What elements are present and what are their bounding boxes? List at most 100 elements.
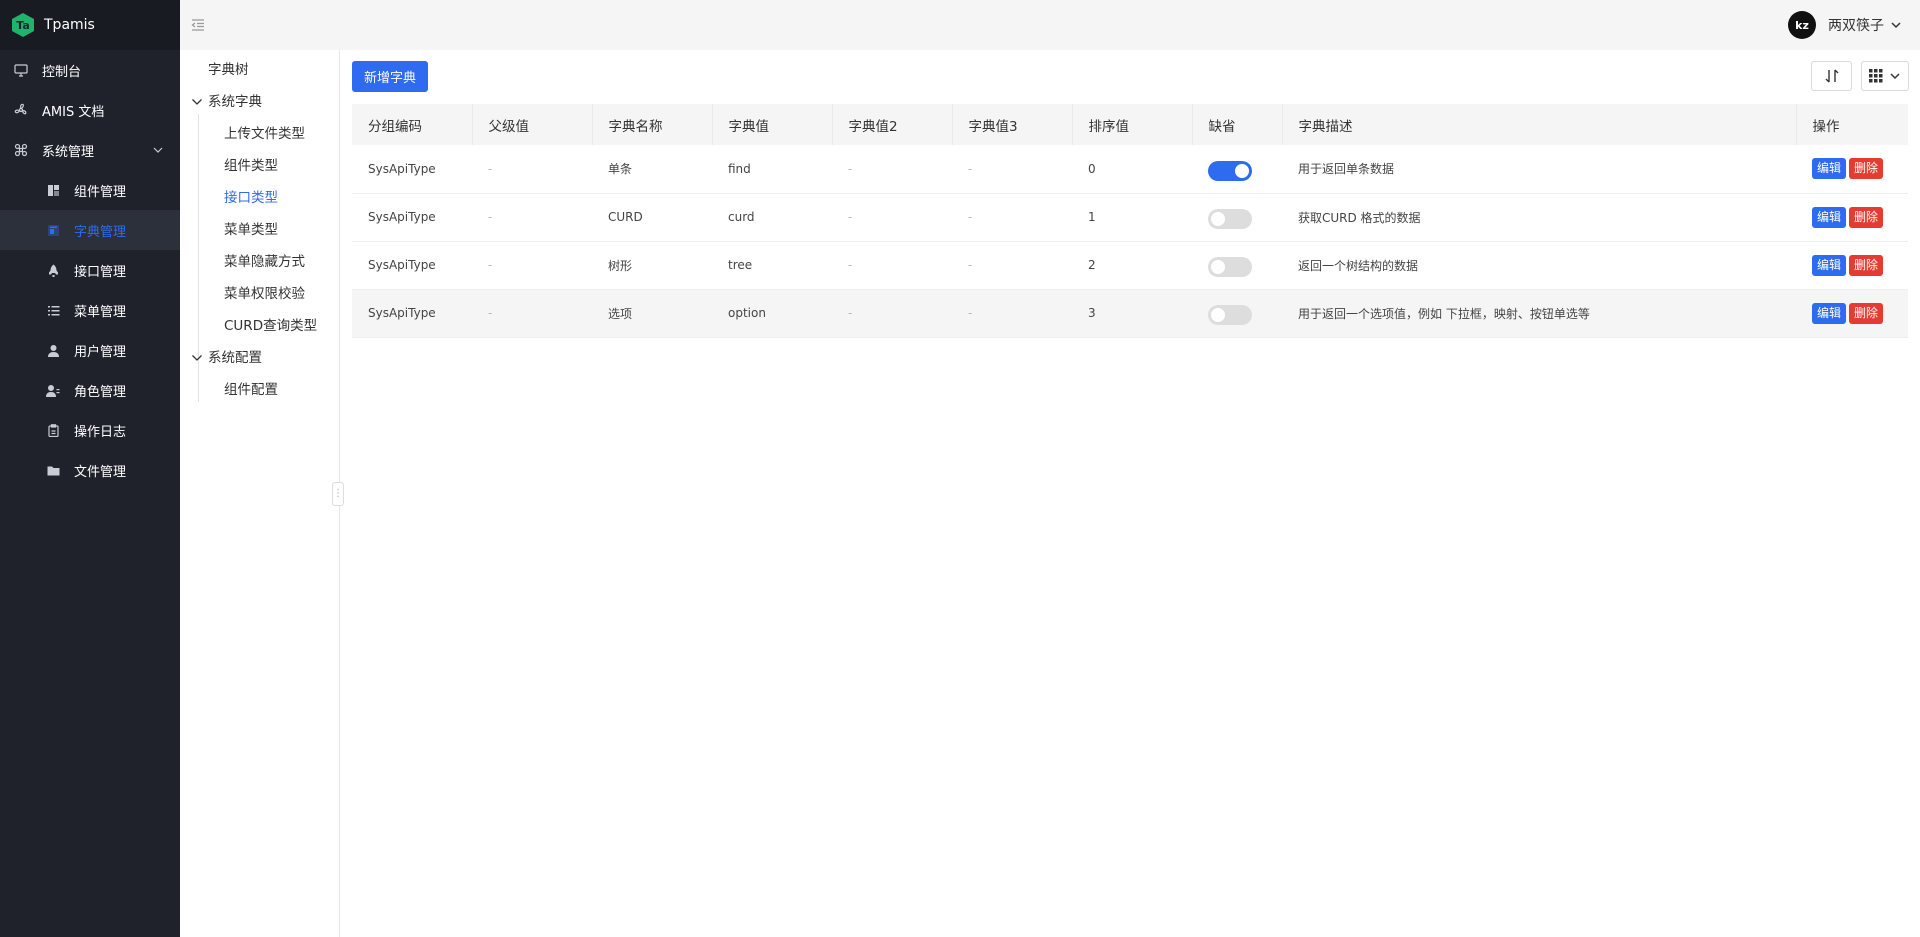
brand[interactable]: Ta Tpamis — [0, 0, 180, 50]
sidebar-item-users[interactable]: 用户管理 — [0, 330, 180, 370]
cell-desc: 返回一个树结构的数据 — [1282, 241, 1796, 290]
tree-group-system-config[interactable]: 系统配置 — [208, 348, 262, 368]
tree-node-curd-query[interactable]: CURD查询类型 — [224, 316, 317, 336]
sidebar-item-dashboard[interactable]: 控制台 — [0, 50, 180, 90]
delete-button[interactable]: 删除 — [1849, 206, 1884, 228]
column-header[interactable]: 字典值2 — [832, 104, 953, 145]
panel-resize-handle[interactable]: ⋮ — [332, 482, 344, 506]
edit-button[interactable]: 编辑 — [1812, 206, 1847, 228]
tree-guide-line — [198, 114, 199, 390]
table-row[interactable]: SysApiType - 选项 option - - 3 用于返回一个选项值，例… — [352, 289, 1908, 338]
collapse-sidebar-icon[interactable] — [190, 17, 206, 33]
cell-group: SysApiType — [352, 241, 472, 290]
column-header[interactable]: 缺省 — [1192, 104, 1283, 145]
delete-button[interactable]: 删除 — [1849, 302, 1884, 324]
cell-parent: - — [472, 241, 592, 290]
cell-value2: - — [832, 289, 952, 338]
grid-icon — [1869, 69, 1883, 83]
cell-actions: 编辑 删除 — [1796, 241, 1908, 290]
tree-group-system-dict[interactable]: 系统字典 — [208, 92, 262, 112]
table-row[interactable]: SysApiType - CURD curd - - 1 获取CURD 格式的数… — [352, 193, 1908, 242]
sidebar: Ta Tpamis 控制台 AMIS 文档 系统管理 组件管理 字典管理 接口管… — [0, 0, 180, 937]
sidebar-item-label: 系统管理 — [42, 144, 95, 160]
cell-parent: - — [472, 193, 592, 242]
cell-group: SysApiType — [352, 193, 472, 242]
column-header[interactable]: 字典名称 — [592, 104, 713, 145]
tree-node-menu-hide[interactable]: 菜单隐藏方式 — [224, 252, 305, 272]
table-header-row: 分组编码 父级值 字典名称 字典值 字典值2 字典值3 排序值 缺省 字典描述 … — [352, 104, 1908, 145]
cell-value3: - — [952, 193, 1072, 242]
tree-node-api-type[interactable]: 接口类型 — [224, 188, 278, 208]
default-switch[interactable] — [1208, 257, 1252, 277]
tree-node-component-type[interactable]: 组件类型 — [224, 156, 278, 176]
sidebar-item-label: 接口管理 — [74, 264, 127, 280]
tree-node-menu-permission[interactable]: 菜单权限校验 — [224, 284, 305, 304]
column-toggle-button[interactable] — [1861, 61, 1909, 91]
sidebar-item-logs[interactable]: 操作日志 — [0, 410, 180, 450]
cell-default — [1192, 241, 1282, 290]
sidebar-item-label: 组件管理 — [74, 184, 127, 200]
rocket-icon — [46, 263, 60, 277]
sort-icon — [1825, 69, 1838, 83]
edit-button[interactable]: 编辑 — [1812, 302, 1847, 324]
tree-caret-down-icon[interactable] — [191, 352, 203, 364]
tree-node-menu-type[interactable]: 菜单类型 — [224, 220, 278, 240]
sidebar-item-components[interactable]: 组件管理 — [0, 170, 180, 210]
sidebar-item-amis-docs[interactable]: AMIS 文档 — [0, 90, 180, 130]
cell-name: 单条 — [592, 145, 712, 194]
sort-toggle-button[interactable] — [1811, 61, 1852, 91]
cell-sort: 1 — [1072, 193, 1192, 242]
sidebar-item-menu[interactable]: 菜单管理 — [0, 290, 180, 330]
sidebar-item-label: AMIS 文档 — [42, 104, 105, 120]
delete-button[interactable]: 删除 — [1849, 158, 1884, 180]
tree-node-upload-type[interactable]: 上传文件类型 — [224, 124, 305, 144]
column-header[interactable]: 字典值3 — [952, 104, 1073, 145]
cell-sort: 0 — [1072, 145, 1192, 194]
user-name: 两双筷子 — [1828, 18, 1884, 34]
clipboard-icon — [46, 423, 60, 437]
drag-dots-icon: ⋮ — [333, 488, 343, 499]
cell-value2: - — [832, 193, 952, 242]
sidebar-item-system[interactable]: 系统管理 — [0, 130, 180, 170]
sidebar-nav: 控制台 AMIS 文档 系统管理 组件管理 字典管理 接口管理 菜单管理 用户管… — [0, 50, 180, 490]
sidebar-item-api[interactable]: 接口管理 — [0, 250, 180, 290]
dictionary-icon — [46, 223, 60, 237]
tree-node-component-config[interactable]: 组件配置 — [224, 380, 278, 400]
monitor-icon — [14, 63, 28, 77]
sidebar-item-dictionary[interactable]: 字典管理 — [0, 210, 180, 250]
user-menu[interactable]: kz 两双筷子 — [1788, 11, 1902, 39]
tree-caret-down-icon[interactable] — [191, 96, 203, 108]
default-switch[interactable] — [1208, 209, 1252, 229]
column-header[interactable]: 字典描述 — [1282, 104, 1797, 145]
list-icon — [46, 303, 60, 317]
table-row[interactable]: SysApiType - 树形 tree - - 2 返回一个树结构的数据 编辑… — [352, 241, 1908, 290]
sidebar-item-label: 角色管理 — [74, 384, 127, 400]
default-switch[interactable] — [1208, 160, 1252, 181]
edit-button[interactable]: 编辑 — [1812, 158, 1847, 180]
layout-icon — [46, 183, 60, 197]
column-header[interactable]: 排序值 — [1072, 104, 1193, 145]
sidebar-item-label: 控制台 — [42, 64, 82, 80]
cell-actions: 编辑 删除 — [1796, 289, 1908, 338]
add-dictionary-button[interactable]: 新增字典 — [352, 61, 429, 92]
column-header: 操作 — [1796, 104, 1908, 145]
table-row[interactable]: SysApiType - 单条 find - - 0 用于返回单条数据 编辑 删除 — [352, 145, 1908, 194]
cell-value: curd — [712, 193, 832, 242]
cell-default — [1192, 145, 1282, 194]
dictionary-table: 分组编码 父级值 字典名称 字典值 字典值2 字典值3 排序值 缺省 字典描述 … — [352, 104, 1908, 338]
edit-button[interactable]: 编辑 — [1812, 254, 1847, 276]
sidebar-item-label: 文件管理 — [74, 464, 127, 480]
sidebar-item-files[interactable]: 文件管理 — [0, 450, 180, 490]
column-header[interactable]: 字典值 — [712, 104, 833, 145]
tree-root[interactable]: 字典树 — [208, 60, 249, 80]
column-header[interactable]: 父级值 — [472, 104, 593, 145]
cell-name: 选项 — [592, 289, 712, 338]
column-header[interactable]: 分组编码 — [352, 104, 473, 145]
sidebar-item-roles[interactable]: 角色管理 — [0, 370, 180, 410]
chevron-down-icon — [1890, 73, 1900, 80]
folder-icon — [46, 463, 60, 477]
default-switch[interactable] — [1208, 305, 1252, 325]
delete-button[interactable]: 删除 — [1849, 254, 1884, 276]
cell-actions: 编辑 删除 — [1796, 193, 1908, 242]
cell-value: find — [712, 145, 832, 194]
